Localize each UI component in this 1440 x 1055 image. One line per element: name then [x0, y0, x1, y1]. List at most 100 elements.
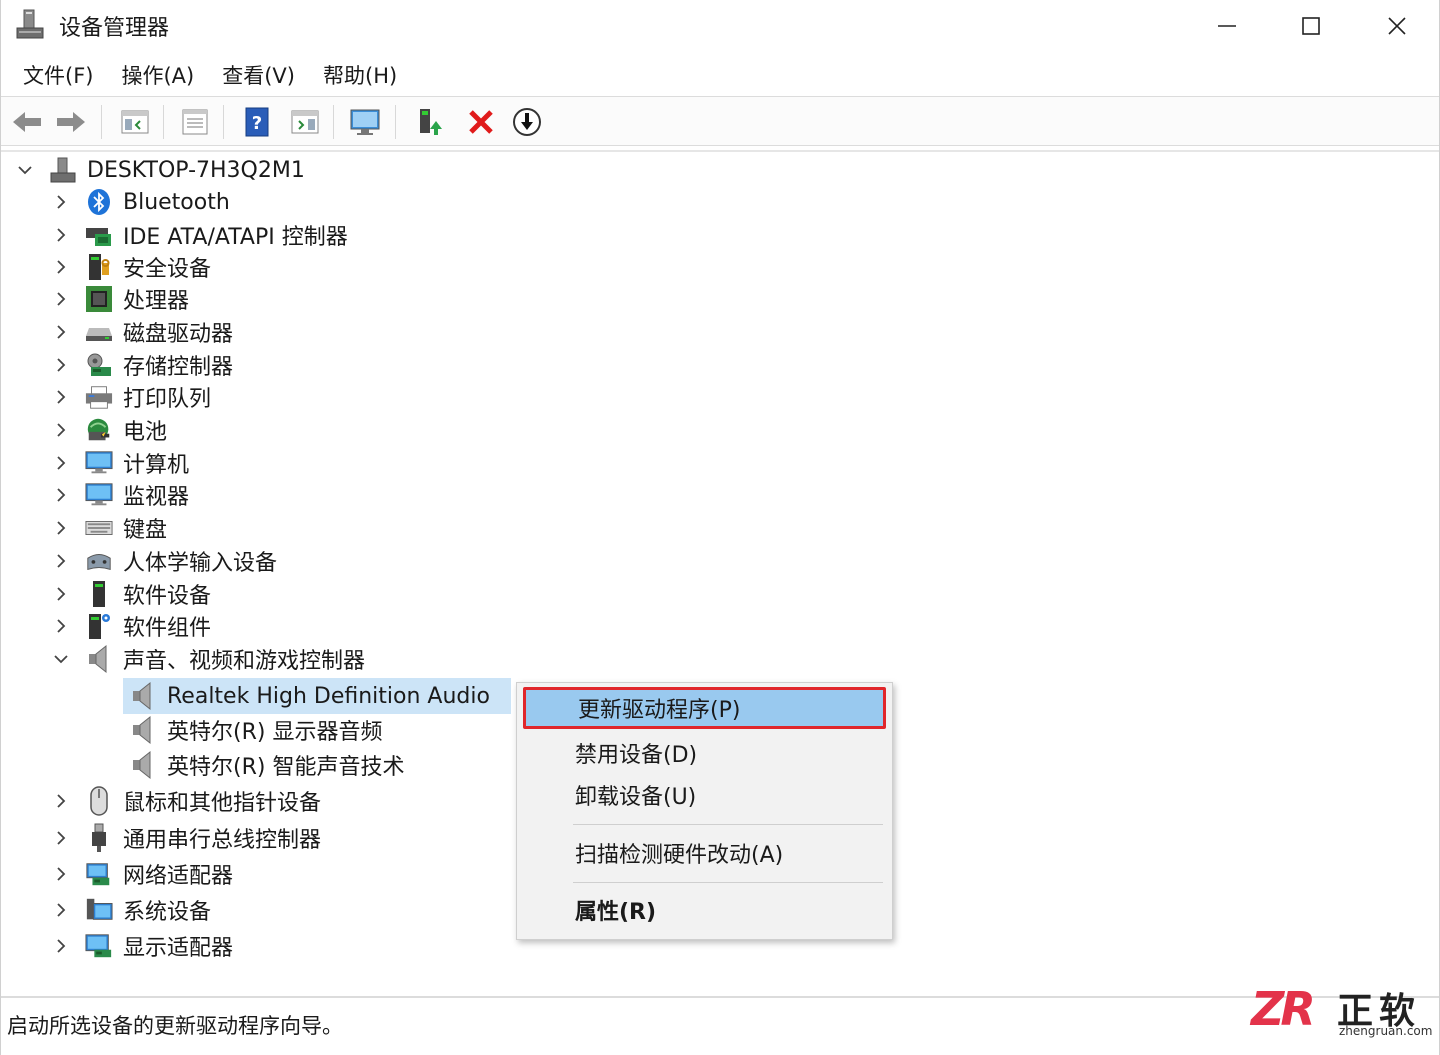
chevron-right-icon[interactable]	[49, 418, 73, 442]
chevron-right-icon[interactable]	[49, 862, 73, 886]
uninstall-device-icon[interactable]	[461, 103, 501, 141]
tree-category-display-adapter[interactable]: 显示适配器	[49, 930, 233, 962]
speaker-icon	[129, 750, 157, 780]
menu-item-update-driver[interactable]: 更新驱动程序(P)	[523, 687, 886, 729]
chevron-down-icon[interactable]	[49, 647, 73, 671]
chevron-right-icon[interactable]	[49, 483, 73, 507]
menu-help[interactable]: 帮助(H)	[311, 56, 409, 94]
tree-category-keyboard[interactable]: 键盘	[49, 512, 167, 544]
tree-category-hid[interactable]: 人体学输入设备	[49, 545, 277, 577]
chevron-right-icon[interactable]	[49, 549, 73, 573]
category-label: 处理器	[123, 289, 190, 314]
menu-view[interactable]: 查看(V)	[210, 56, 307, 94]
tree-device-intel-smart-sound[interactable]: 英特尔(R) 智能声音技术	[117, 749, 404, 781]
category-label: IDE ATA/ATAPI 控制器	[123, 225, 348, 250]
menu-bar: 文件(F) 操作(A) 查看(V) 帮助(H)	[1, 56, 1439, 94]
tree-category-processor[interactable]: 处理器	[49, 283, 189, 315]
show-hide-action-pane-icon[interactable]	[285, 103, 325, 141]
toolbar: ?	[1, 96, 1439, 146]
category-label: 声音、视频和游戏控制器	[123, 649, 366, 674]
category-label: 通用串行总线控制器	[123, 828, 322, 853]
printer-icon	[85, 383, 113, 411]
toolbar-separator	[333, 105, 334, 139]
toolbar-separator	[163, 105, 164, 139]
toolbar-separator	[395, 105, 396, 139]
menu-item-scan-hardware[interactable]: 扫描检测硬件改动(A)	[517, 832, 892, 874]
usb-icon	[85, 823, 113, 852]
menu-item-properties[interactable]: 属性(R)	[517, 889, 892, 931]
status-text: 启动所选设备的更新驱动程序向导。	[7, 1014, 343, 1038]
show-hide-console-tree-icon[interactable]	[115, 103, 155, 141]
help-icon[interactable]: ?	[237, 103, 277, 141]
toolbar-separator	[223, 105, 224, 139]
tree-category-ide[interactable]: IDE ATA/ATAPI 控制器	[49, 219, 348, 251]
forward-icon[interactable]	[51, 103, 91, 141]
chevron-right-icon[interactable]	[49, 582, 73, 606]
window-title: 设备管理器	[59, 16, 170, 41]
properties-icon[interactable]	[175, 103, 215, 141]
category-label: 键盘	[123, 518, 168, 543]
chevron-right-icon[interactable]	[49, 826, 73, 850]
tree-root[interactable]: DESKTOP-7H3Q2M1	[13, 154, 305, 186]
minimize-button[interactable]	[1197, 6, 1257, 46]
disable-device-icon[interactable]	[507, 103, 547, 141]
chevron-right-icon[interactable]	[49, 287, 73, 311]
chevron-right-icon[interactable]	[49, 385, 73, 409]
chevron-right-icon[interactable]	[49, 190, 73, 214]
chevron-right-icon[interactable]	[49, 516, 73, 540]
menu-item-disable-device[interactable]: 禁用设备(D)	[517, 732, 892, 774]
watermark: ZR 正软 zhengruan.com	[1251, 982, 1433, 1042]
tree-device-intel-display-audio[interactable]: 英特尔(R) 显示器音频	[117, 714, 382, 746]
tree-category-security[interactable]: 安全设备	[49, 251, 211, 283]
close-button[interactable]	[1367, 6, 1427, 46]
chevron-right-icon[interactable]	[49, 451, 73, 475]
status-bar: 启动所选设备的更新驱动程序向导。	[1, 996, 1439, 1048]
menu-item-uninstall-device[interactable]: 卸载设备(U)	[517, 774, 892, 816]
display-adapter-icon	[85, 932, 113, 960]
chevron-right-icon[interactable]	[49, 789, 73, 813]
tree-category-software-component[interactable]: 软件组件	[49, 610, 211, 642]
chevron-right-icon[interactable]	[49, 614, 73, 638]
category-label: 电池	[123, 420, 168, 445]
scan-hardware-icon[interactable]	[345, 103, 385, 141]
chevron-right-icon[interactable]	[49, 320, 73, 344]
menu-file[interactable]: 文件(F)	[11, 56, 105, 94]
system-device-icon	[85, 896, 113, 924]
category-label: 软件设备	[123, 584, 212, 609]
category-label: 监视器	[123, 485, 190, 510]
menu-action[interactable]: 操作(A)	[109, 56, 206, 94]
chevron-right-icon[interactable]	[49, 255, 73, 279]
tree-device-realtek-audio[interactable]: Realtek High Definition Audio	[117, 680, 490, 712]
category-label: Bluetooth	[123, 189, 230, 215]
category-label: 安全设备	[123, 257, 212, 282]
watermark-logo: ZR	[1251, 982, 1316, 1036]
tree-category-storage[interactable]: 存储控制器	[49, 349, 233, 381]
category-label: 软件组件	[123, 616, 212, 641]
tree-category-computer[interactable]: 计算机	[49, 447, 189, 479]
tree-category-sound[interactable]: 声音、视频和游戏控制器	[49, 643, 365, 675]
back-icon[interactable]	[7, 103, 47, 141]
update-driver-icon[interactable]	[409, 103, 449, 141]
tree-category-bluetooth[interactable]: Bluetooth	[49, 186, 230, 218]
chevron-right-icon[interactable]	[49, 353, 73, 377]
menu-separator	[573, 882, 883, 883]
maximize-button[interactable]	[1281, 6, 1341, 46]
computer-icon	[85, 449, 113, 477]
chevron-down-icon[interactable]	[13, 158, 37, 182]
tree-category-battery[interactable]: 电池	[49, 414, 167, 446]
software-device-icon	[85, 580, 113, 608]
device-manager-window: 设备管理器 文件(F) 操作(A) 查看(V) 帮助(H) ? DESKTOP-…	[0, 0, 1440, 1055]
chevron-right-icon[interactable]	[49, 898, 73, 922]
tree-category-system[interactable]: 系统设备	[49, 894, 211, 926]
tree-category-network[interactable]: 网络适配器	[49, 858, 233, 890]
chevron-right-icon[interactable]	[49, 223, 73, 247]
tree-category-print[interactable]: 打印队列	[49, 381, 211, 413]
software-component-icon	[85, 612, 113, 640]
tree-category-usb[interactable]: 通用串行总线控制器	[49, 822, 321, 854]
tree-category-monitor[interactable]: 监视器	[49, 479, 189, 511]
tree-category-software-device[interactable]: 软件设备	[49, 578, 211, 610]
chevron-right-icon[interactable]	[49, 934, 73, 958]
watermark-url: zhengruan.com	[1339, 1024, 1433, 1038]
tree-category-disk[interactable]: 磁盘驱动器	[49, 316, 233, 348]
tree-category-mouse[interactable]: 鼠标和其他指针设备	[49, 785, 321, 817]
